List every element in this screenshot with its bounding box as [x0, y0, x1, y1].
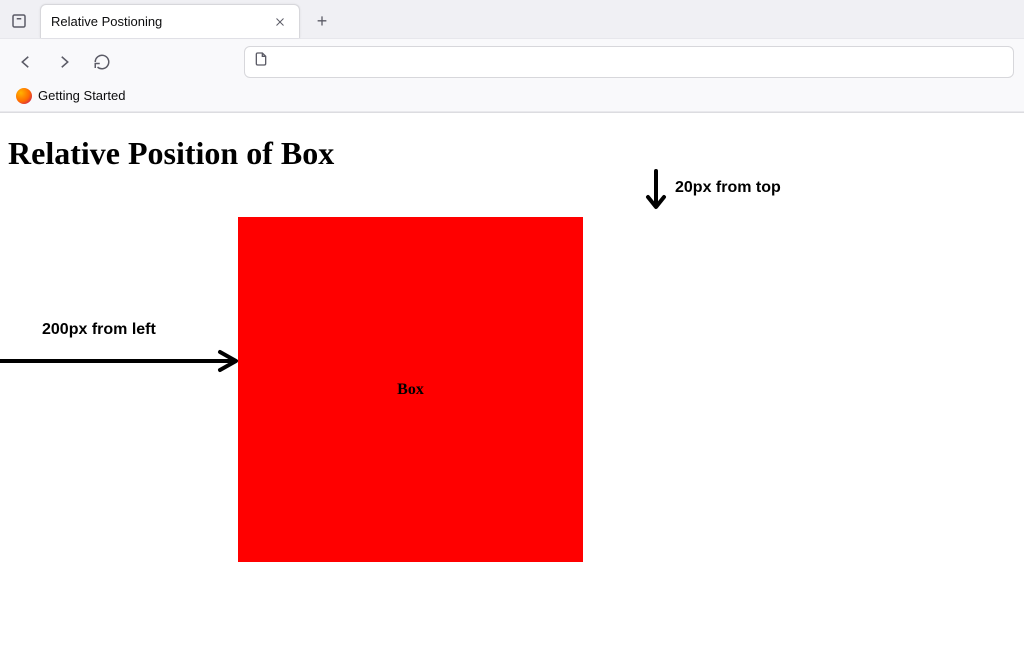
demo-box: Box [238, 217, 583, 562]
url-bar[interactable] [244, 46, 1014, 78]
page-icon [253, 51, 269, 72]
annotation-from-left: 200px from left [42, 321, 156, 339]
arrow-right-icon [0, 349, 240, 378]
page-viewport: Relative Position of Box Box 20px from t… [0, 113, 1024, 651]
back-button[interactable] [10, 46, 42, 78]
toolbar [0, 38, 1024, 84]
bookmark-label: Getting Started [38, 88, 125, 103]
bookmarks-bar: Getting Started [0, 84, 1024, 112]
browser-tab[interactable]: Relative Postioning [40, 4, 300, 38]
new-tab-button[interactable]: + [308, 7, 336, 35]
tab-title: Relative Postioning [51, 14, 263, 29]
tab-strip: Relative Postioning + [0, 0, 1024, 38]
reload-button[interactable] [86, 46, 118, 78]
bookmark-getting-started[interactable]: Getting Started [10, 86, 131, 106]
firefox-icon [16, 88, 32, 104]
close-icon[interactable] [271, 13, 289, 31]
page-title: Relative Position of Box [8, 135, 1024, 172]
url-input[interactable] [277, 54, 1005, 70]
arrow-down-icon [644, 169, 668, 216]
recent-tabs-icon[interactable] [6, 8, 32, 34]
forward-button[interactable] [48, 46, 80, 78]
browser-chrome: Relative Postioning + [0, 0, 1024, 113]
annotation-from-top: 20px from top [675, 179, 781, 197]
box-label: Box [397, 381, 424, 399]
